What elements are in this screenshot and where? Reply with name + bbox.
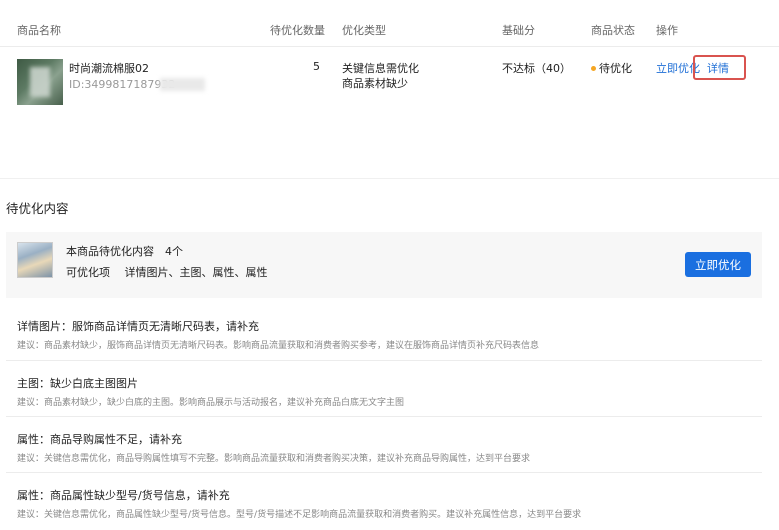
item-title: 属性：商品属性缺少型号/货号信息，请补充 — [17, 489, 230, 502]
summary-items-text: 可优化项 详情图片、主图、属性、属性 — [66, 266, 268, 279]
optimize-now-button[interactable]: 立即优化 — [685, 252, 751, 277]
item-title: 详情图片：服饰商品详情页无清晰尺码表，请补充 — [17, 320, 259, 333]
section-title: 待优化内容 — [6, 201, 69, 216]
column-header-score: 基础分 — [502, 24, 535, 37]
column-header-type: 优化类型 — [342, 24, 386, 37]
item-title: 属性：商品导购属性不足，请补充 — [17, 433, 182, 446]
detail-link[interactable]: 详情 — [707, 60, 729, 76]
item-divider — [6, 416, 762, 417]
column-header-status: 商品状态 — [591, 24, 635, 37]
optimize-type-line2: 商品素材缺少 — [342, 77, 408, 90]
item-desc: 建议：商品素材缺少，服饰商品详情页无清晰尺码表。影响商品流量获取和消费者购买参考… — [17, 341, 540, 351]
base-score: 不达标（40） — [502, 62, 571, 75]
item-divider — [6, 360, 762, 361]
header-divider — [0, 46, 779, 47]
item-divider — [6, 472, 762, 473]
summary-thumbnail — [17, 242, 53, 278]
product-name[interactable]: 时尚潮流棉服02 — [69, 60, 149, 76]
redacted-id-mask — [160, 78, 205, 91]
optimize-type-line1: 关键信息需优化 — [342, 62, 419, 75]
column-header-count: 待优化数量 — [270, 24, 325, 37]
item-title: 主图：缺少白底主图图片 — [17, 377, 138, 390]
item-desc: 建议：关键信息需优化，商品导购属性填写不完整。影响商品流量获取和消费者购买决策，… — [17, 454, 531, 464]
section-divider — [0, 178, 779, 179]
product-thumbnail[interactable] — [17, 59, 63, 105]
item-desc: 建议：商品素材缺少，缺少白底的主图。影响商品展示与活动报名，建议补充商品白底无文… — [17, 398, 405, 408]
column-header-action: 操作 — [656, 24, 678, 37]
status-badge: 待优化 — [599, 62, 632, 75]
status-dot-icon — [591, 66, 596, 71]
item-desc: 建议：关键信息需优化，商品属性缺少型号/货号信息。型号/货号描述不足影响商品流量… — [17, 510, 582, 520]
column-header-name: 商品名称 — [17, 24, 61, 37]
optimize-count: 5 — [313, 60, 320, 73]
summary-count-text: 本商品待优化内容 4个 — [66, 245, 183, 258]
